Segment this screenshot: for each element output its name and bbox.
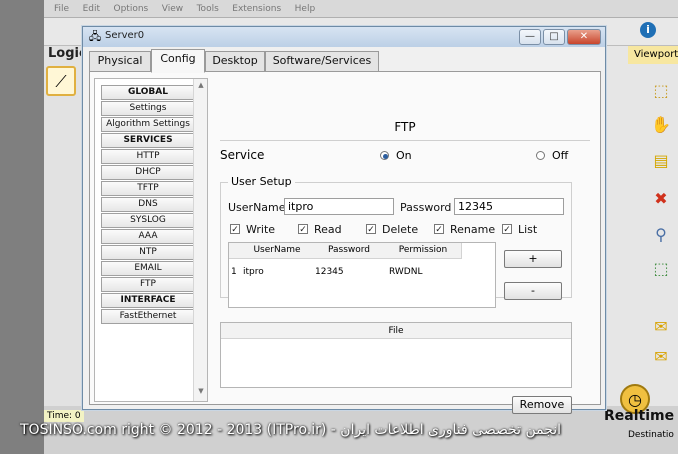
viewport-button[interactable]: Viewport: [628, 46, 678, 64]
logical-tab[interactable]: Logic: [48, 46, 87, 61]
service-off-label: Off: [552, 149, 569, 162]
menu-tools[interactable]: Tools: [197, 0, 219, 18]
menu-view[interactable]: View: [162, 0, 183, 18]
sidebar-item-ntp[interactable]: NTP: [101, 245, 195, 260]
table-cell-permission[interactable]: RWDNL: [389, 267, 422, 277]
time-display: Time: 0: [44, 410, 84, 422]
table-cell-username[interactable]: itpro: [243, 267, 264, 277]
menu-extensions[interactable]: Extensions: [232, 0, 281, 18]
server-app-icon: 🖧: [88, 30, 102, 43]
menu-edit[interactable]: Edit: [83, 0, 100, 18]
config-sidebar: GLOBAL Settings Algorithm Settings SERVI…: [94, 78, 208, 402]
hand-tool-icon[interactable]: ✋: [650, 114, 672, 136]
remove-file-button[interactable]: Remove: [512, 396, 572, 414]
sidebar-item-fastethernet[interactable]: FastEthernet: [101, 309, 195, 324]
complex-pdu-icon[interactable]: ✉: [650, 346, 672, 368]
divider: [220, 140, 590, 141]
user-table[interactable]: UserName Password Permission 1 itpro 123…: [228, 242, 496, 308]
inspect-tool-icon[interactable]: ⚲: [650, 224, 672, 246]
sidebar-item-dhcp[interactable]: DHCP: [101, 165, 195, 180]
dialog-title: Server0: [105, 30, 145, 41]
sidebar-item-dns[interactable]: DNS: [101, 197, 195, 212]
sidebar-item-email[interactable]: EMAIL: [101, 261, 195, 276]
tab-physical[interactable]: Physical: [89, 51, 151, 72]
write-label: Write: [246, 223, 276, 236]
dialog-titlebar[interactable]: 🖧 Server0 — □ ✕: [83, 27, 605, 47]
read-checkbox[interactable]: ✓: [298, 224, 308, 235]
table-header-password[interactable]: Password: [313, 243, 386, 259]
list-label: List: [518, 223, 538, 236]
sidebar-header-interface[interactable]: INTERFACE: [101, 293, 195, 308]
username-label: UserName: [228, 201, 286, 214]
sidebar-item-tftp[interactable]: TFTP: [101, 181, 195, 196]
remove-user-button[interactable]: -: [504, 282, 562, 300]
server-dialog: 🖧 Server0 — □ ✕ Physical Config Desktop …: [82, 26, 606, 414]
scroll-up-icon[interactable]: ▲: [194, 81, 208, 93]
sidebar-item-algorithm-settings[interactable]: Algorithm Settings: [101, 117, 195, 132]
tab-config[interactable]: Config: [151, 49, 205, 73]
service-on-radio[interactable]: [380, 151, 389, 160]
sidebar-item-aaa[interactable]: AAA: [101, 229, 195, 244]
service-on-label: On: [396, 149, 412, 162]
maximize-button[interactable]: □: [543, 29, 565, 45]
sidebar-header-services[interactable]: SERVICES: [101, 133, 195, 148]
service-label: Service: [220, 148, 265, 162]
tab-desktop[interactable]: Desktop: [205, 51, 265, 72]
password-field[interactable]: 12345: [454, 198, 564, 215]
file-list[interactable]: File: [220, 322, 572, 388]
menu-help[interactable]: Help: [295, 0, 316, 18]
write-checkbox[interactable]: ✓: [230, 224, 240, 235]
table-cell-index: 1: [231, 267, 237, 277]
resize-tool-icon[interactable]: ⬚: [650, 258, 672, 280]
app-menubar: File Edit Options View Tools Extensions …: [44, 0, 678, 18]
delete-tool-icon[interactable]: ✖: [650, 188, 672, 210]
sidebar-item-syslog[interactable]: SYSLOG: [101, 213, 195, 228]
sidebar-item-settings[interactable]: Settings: [101, 101, 195, 116]
info-icon[interactable]: i: [640, 22, 656, 38]
add-user-button[interactable]: +: [504, 250, 562, 268]
table-cell-password[interactable]: 12345: [315, 267, 344, 277]
delete-label: Delete: [382, 223, 419, 236]
menu-options[interactable]: Options: [114, 0, 149, 18]
config-panel: GLOBAL Settings Algorithm Settings SERVI…: [89, 71, 601, 414]
menu-file[interactable]: File: [54, 0, 69, 18]
destination-column: Destinatio: [628, 430, 674, 440]
list-checkbox[interactable]: ✓: [502, 224, 512, 235]
rename-checkbox[interactable]: ✓: [434, 224, 444, 235]
sidebar-header-global[interactable]: GLOBAL: [101, 85, 195, 100]
watermark-text: TOSINSO.com right © 2012 - 2013 (ITPro.i…: [20, 422, 562, 438]
table-header-permission[interactable]: Permission: [385, 243, 462, 259]
simple-pdu-icon[interactable]: ✉: [650, 316, 672, 338]
workspace-left: [44, 46, 84, 406]
file-list-header[interactable]: File: [221, 323, 571, 339]
sidebar-scrollbar[interactable]: ▲ ▼: [193, 79, 207, 401]
sidebar-item-ftp[interactable]: FTP: [101, 277, 195, 292]
logical-workspace-icon[interactable]: ⟋: [46, 66, 76, 96]
sidebar-item-http[interactable]: HTTP: [101, 149, 195, 164]
service-off-radio[interactable]: [536, 151, 545, 160]
scroll-down-icon[interactable]: ▼: [194, 387, 208, 399]
user-setup-legend: User Setup: [228, 175, 295, 188]
minimize-button[interactable]: —: [519, 29, 541, 45]
password-label: Password: [400, 201, 452, 214]
table-header-username[interactable]: UserName: [241, 243, 314, 259]
read-label: Read: [314, 223, 342, 236]
tab-software-services[interactable]: Software/Services: [265, 51, 379, 72]
rename-label: Rename: [450, 223, 496, 236]
ftp-title: FTP: [394, 120, 416, 134]
username-field[interactable]: itpro: [284, 198, 394, 215]
realtime-label[interactable]: Realtime: [604, 408, 674, 424]
close-button[interactable]: ✕: [567, 29, 601, 45]
select-tool-icon[interactable]: ⬚: [650, 80, 672, 102]
note-tool-icon[interactable]: ▤: [650, 150, 672, 172]
delete-checkbox[interactable]: ✓: [366, 224, 376, 235]
